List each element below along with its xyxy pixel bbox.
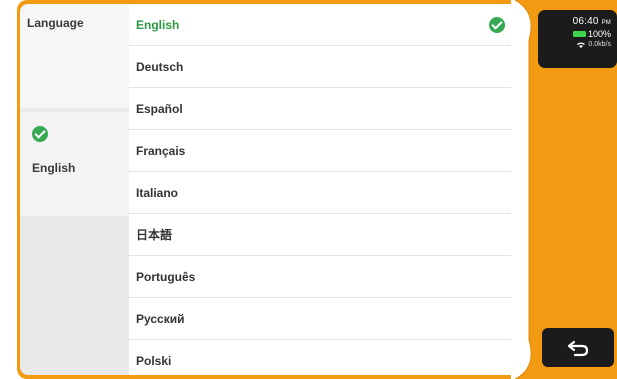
back-arrow-icon [567, 340, 589, 356]
battery-icon [572, 31, 586, 37]
language-item-polski[interactable]: Polski [129, 340, 515, 375]
current-language-card: English [20, 112, 129, 216]
panel-curve-edge [511, 0, 532, 379]
language-item-francais[interactable]: Français [129, 130, 515, 172]
language-item-label: Italiano [136, 185, 179, 200]
current-language-label: English [32, 161, 76, 175]
language-item-label: Polski [136, 353, 172, 368]
network-speed: 0.0kb/s [588, 41, 611, 48]
language-list[interactable]: English Deutsch Español Français Italian… [129, 4, 515, 375]
status-ampm: PM [601, 20, 611, 26]
status-time-value: 06:40 [572, 16, 599, 27]
language-item-label: Français [136, 143, 186, 158]
language-item-label: Português [136, 269, 196, 284]
language-item-italiano[interactable]: Italiano [129, 172, 515, 214]
category-title[interactable]: Language [20, 4, 129, 108]
language-item-label: Русский [136, 311, 185, 326]
device-frame: Language English English Deutsch Español… [17, 0, 617, 379]
language-item-russian[interactable]: Русский [129, 298, 515, 340]
language-item-english[interactable]: English [129, 4, 515, 46]
wifi-icon [577, 42, 586, 48]
status-time: 06:40 PM [538, 16, 611, 27]
language-item-deutsch[interactable]: Deutsch [129, 46, 515, 88]
status-battery: 100% [538, 29, 611, 39]
language-item-label: Deutsch [136, 59, 184, 74]
battery-level: 100% [587, 29, 611, 39]
category-title-label: Language [27, 16, 84, 30]
status-network: 0.0kb/s [538, 41, 611, 48]
status-panel: 06:40 PM 100% 0.0kb/s [538, 10, 617, 68]
check-circle-icon [32, 126, 48, 142]
language-item-label: 日本語 [136, 228, 173, 242]
check-circle-icon [489, 17, 505, 33]
language-item-label: English [136, 17, 180, 32]
back-button[interactable] [542, 328, 614, 367]
language-item-label: Español [136, 101, 183, 116]
language-item-portugues[interactable]: Português [129, 256, 515, 298]
category-sidebar: Language English [20, 4, 129, 375]
language-item-espanol[interactable]: Español [129, 88, 515, 130]
language-item-japanese[interactable]: 日本語 [129, 214, 515, 256]
